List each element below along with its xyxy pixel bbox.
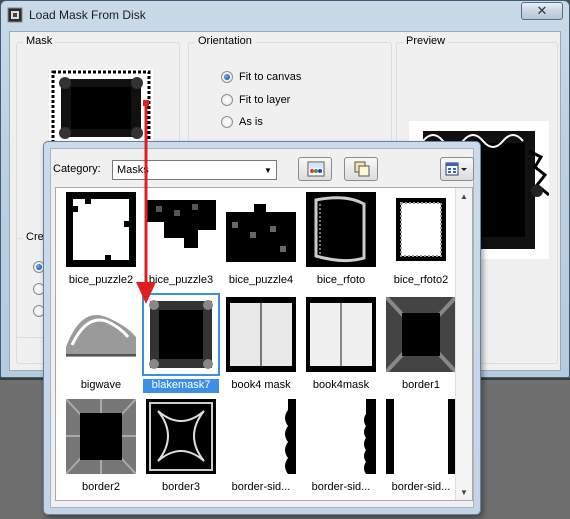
mask-group-label: Mask [23,35,56,47]
mask-thumbnail [142,293,220,376]
mask-app-icon [7,7,23,23]
mask-name: border-sid... [311,481,371,493]
mask-thumbnail [146,192,216,267]
mask-thumbnail [306,399,376,474]
mask-item-bice-rfoto2[interactable]: bice_rfoto2 [381,189,461,289]
mask-item-bice-rfoto[interactable]: bice_rfoto [301,189,381,289]
mask-name: border-sid... [231,481,291,493]
mask-name: book4 mask [231,379,291,391]
window-title: Load Mask From Disk [29,8,146,22]
fit-to-layer-radio[interactable] [221,94,233,106]
copy-icon [354,161,370,177]
mask-name: bice_puzzle4 [228,274,294,286]
view-mode-button[interactable] [440,157,474,181]
mask-thumbnail [306,192,376,267]
mask-item-blakemask7[interactable]: blakemask7 [141,293,221,394]
mask-picker-panel: Category: Masks ▼ bice_puzzle2 bice_puzz… [50,148,474,508]
mask-item-border2[interactable]: border2 [61,396,141,496]
category-select[interactable]: Masks ▼ [112,160,277,180]
mask-name: book4mask [312,379,370,391]
mask-thumbnail [386,399,456,474]
fit-to-layer-label[interactable]: Fit to layer [239,94,290,106]
mask-thumbnail [386,192,456,267]
close-button[interactable]: ✕ [521,2,563,20]
mask-name: border-sid... [391,481,451,493]
close-icon: ✕ [536,3,548,18]
mask-item-border-side-1[interactable]: border-sid... [221,396,301,496]
mask-item-border-side-3[interactable]: border-sid... [381,396,461,496]
fit-to-canvas-label[interactable]: Fit to canvas [239,71,301,83]
scroll-down-icon[interactable]: ▼ [456,484,472,500]
mask-item-border3[interactable]: border3 [141,396,221,496]
mask-thumbnail [66,297,136,372]
mask-thumbnail [226,297,296,372]
mask-item-book4mask[interactable]: book4mask [301,294,381,394]
mask-item-bigwave[interactable]: bigwave [61,294,141,394]
copy-button[interactable] [344,157,378,181]
preview-group-label: Preview [403,35,449,47]
category-value: Masks [117,164,149,176]
mask-item-bice-puzzle4[interactable]: bice_puzzle4 [221,189,301,289]
mask-thumbnail [146,399,216,474]
palette-button[interactable] [298,157,332,181]
fit-to-canvas-radio[interactable] [221,71,233,83]
mask-item-bice-puzzle2[interactable]: bice_puzzle2 [61,189,141,289]
mask-item-border-side-2[interactable]: border-sid... [301,396,381,496]
orientation-group-label: Orientation [195,35,255,47]
as-is-radio[interactable] [221,116,233,128]
mask-thumbnail [66,399,136,474]
as-is-label[interactable]: As is [239,116,263,128]
view-mode-icon [445,162,467,176]
mask-picker-popup: Category: Masks ▼ bice_puzzle2 bice_puzz… [43,141,481,515]
mask-name: bice_rfoto2 [393,274,449,286]
mask-thumbnail [226,192,296,267]
orientation-group: Orientation Fit to canvas Fit to layer A… [188,35,392,142]
title-bar: Load Mask From Disk ✕ [1,1,569,29]
chevron-down-icon[interactable]: ▼ [260,161,276,179]
mask-thumbnail-grid: bice_puzzle2 bice_puzzle3 bice_puzzle4 b… [55,187,473,501]
mask-item-book4-mask[interactable]: book4 mask [221,294,301,394]
mask-item-bice-puzzle3[interactable]: bice_puzzle3 [141,189,221,289]
mask-name: bigwave [80,379,122,391]
palette-icon [307,161,325,177]
mask-name: border1 [402,379,440,391]
mask-item-border1[interactable]: border1 [381,294,461,394]
mask-thumbnail [306,297,376,372]
mask-thumbnail [49,69,153,147]
scroll-up-icon[interactable]: ▲ [456,188,472,204]
mask-name: blakemask7 [143,379,219,393]
mask-name: border3 [162,481,200,493]
mask-name: bice_rfoto [316,274,366,286]
mask-name: border2 [82,481,120,493]
mask-thumbnail [386,297,456,372]
grid-scrollbar[interactable]: ▲ ▼ [455,188,472,500]
category-label: Category: [53,163,101,175]
mask-name: bice_puzzle3 [148,274,214,286]
mask-thumbnail [226,399,296,474]
mask-thumbnail [66,192,136,267]
mask-name: bice_puzzle2 [68,274,134,286]
